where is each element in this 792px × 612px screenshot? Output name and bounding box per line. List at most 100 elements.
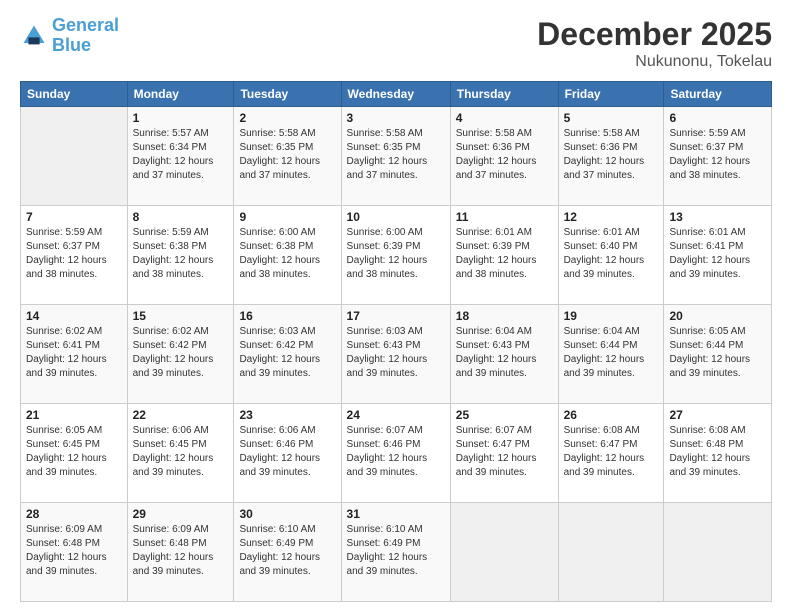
table-row: 3 Sunrise: 5:58 AMSunset: 6:35 PMDaylight… — [341, 107, 450, 206]
day-number: 20 — [669, 309, 766, 323]
day-info: Sunrise: 5:58 AMSunset: 6:36 PMDaylight:… — [456, 127, 553, 183]
calendar-week-row: 7Sunrise: 5:59 AMSunset: 6:37 PMDaylight… — [21, 206, 772, 305]
table-row: 8 Sunrise: 5:59 AMSunset: 6:38 PMDaylight… — [127, 206, 234, 305]
day-number: 31 — [347, 507, 445, 521]
col-saturday: Saturday — [664, 82, 772, 107]
table-row: 28Sunrise: 6:09 AMSunset: 6:48 PMDayligh… — [21, 503, 128, 602]
col-wednesday: Wednesday — [341, 82, 450, 107]
day-number: 29 — [133, 507, 229, 521]
day-number: 22 — [133, 408, 229, 422]
day-number: 14 — [26, 309, 122, 323]
day-info: Sunrise: 6:03 AMSunset: 6:43 PMDaylight:… — [347, 325, 445, 381]
table-row: 15 Sunrise: 6:02 AMSunset: 6:42 PMDayligh… — [127, 305, 234, 404]
table-row: 31 Sunrise: 6:10 AMSunset: 6:49 PMDayligh… — [341, 503, 450, 602]
col-thursday: Thursday — [450, 82, 558, 107]
table-row: 17 Sunrise: 6:03 AMSunset: 6:43 PMDayligh… — [341, 305, 450, 404]
day-info: Sunrise: 6:09 AMSunset: 6:48 PMDaylight:… — [133, 523, 229, 579]
day-number: 6 — [669, 111, 766, 125]
day-number: 13 — [669, 210, 766, 224]
day-info: Sunrise: 6:01 AMSunset: 6:40 PMDaylight:… — [564, 226, 659, 282]
day-number: 27 — [669, 408, 766, 422]
calendar-week-row: 1Sunrise: 5:57 AMSunset: 6:34 PMDaylight… — [21, 107, 772, 206]
calendar-subtitle: Nukunonu, Tokelau — [537, 53, 772, 71]
table-row — [558, 503, 664, 602]
calendar-week-row: 21 Sunrise: 6:05 AMSunset: 6:45 PMDayligh… — [21, 404, 772, 503]
table-row: 9 Sunrise: 6:00 AMSunset: 6:38 PMDaylight… — [234, 206, 341, 305]
table-row: 6Sunrise: 5:59 AMSunset: 6:37 PMDaylight… — [664, 107, 772, 206]
day-number: 28 — [26, 507, 122, 521]
day-number: 8 — [133, 210, 229, 224]
day-info: Sunrise: 6:00 AMSunset: 6:38 PMDaylight:… — [239, 226, 335, 282]
table-row: 12 Sunrise: 6:01 AMSunset: 6:40 PMDayligh… — [558, 206, 664, 305]
day-number: 17 — [347, 309, 445, 323]
day-number: 3 — [347, 111, 445, 125]
day-info: Sunrise: 5:59 AMSunset: 6:38 PMDaylight:… — [133, 226, 229, 282]
day-info: Sunrise: 6:08 AMSunset: 6:48 PMDaylight:… — [669, 424, 766, 480]
day-number: 21 — [26, 408, 122, 422]
day-number: 24 — [347, 408, 445, 422]
day-number: 12 — [564, 210, 659, 224]
logo-line1: General — [52, 15, 119, 35]
day-number: 18 — [456, 309, 553, 323]
table-row: 25Sunrise: 6:07 AMSunset: 6:47 PMDayligh… — [450, 404, 558, 503]
logo-icon — [20, 22, 48, 50]
day-info: Sunrise: 6:07 AMSunset: 6:46 PMDaylight:… — [347, 424, 445, 480]
day-info: Sunrise: 6:06 AMSunset: 6:46 PMDaylight:… — [239, 424, 335, 480]
table-row — [21, 107, 128, 206]
calendar-title: December 2025 — [537, 16, 772, 53]
day-info: Sunrise: 6:04 AMSunset: 6:44 PMDaylight:… — [564, 325, 659, 381]
table-row: 2 Sunrise: 5:58 AMSunset: 6:35 PMDaylight… — [234, 107, 341, 206]
table-row: 7Sunrise: 5:59 AMSunset: 6:37 PMDaylight… — [21, 206, 128, 305]
table-row: 27 Sunrise: 6:08 AMSunset: 6:48 PMDayligh… — [664, 404, 772, 503]
day-info: Sunrise: 5:59 AMSunset: 6:37 PMDaylight:… — [26, 226, 122, 282]
table-row: 4Sunrise: 5:58 AMSunset: 6:36 PMDaylight… — [450, 107, 558, 206]
day-info: Sunrise: 6:00 AMSunset: 6:39 PMDaylight:… — [347, 226, 445, 282]
table-row: 26 Sunrise: 6:08 AMSunset: 6:47 PMDayligh… — [558, 404, 664, 503]
table-row: 10 Sunrise: 6:00 AMSunset: 6:39 PMDayligh… — [341, 206, 450, 305]
day-number: 5 — [564, 111, 659, 125]
table-row: 11Sunrise: 6:01 AMSunset: 6:39 PMDayligh… — [450, 206, 558, 305]
day-number: 19 — [564, 309, 659, 323]
day-info: Sunrise: 6:02 AMSunset: 6:42 PMDaylight:… — [133, 325, 229, 381]
logo: General Blue — [20, 16, 119, 56]
table-row: 1Sunrise: 5:57 AMSunset: 6:34 PMDaylight… — [127, 107, 234, 206]
col-monday: Monday — [127, 82, 234, 107]
table-row: 22 Sunrise: 6:06 AMSunset: 6:45 PMDayligh… — [127, 404, 234, 503]
day-number: 11 — [456, 210, 553, 224]
header: General Blue December 2025 Nukunonu, Tok… — [20, 16, 772, 71]
calendar-table: Sunday Monday Tuesday Wednesday Thursday… — [20, 81, 772, 602]
day-number: 26 — [564, 408, 659, 422]
table-row: 29 Sunrise: 6:09 AMSunset: 6:48 PMDayligh… — [127, 503, 234, 602]
day-number: 16 — [239, 309, 335, 323]
day-number: 9 — [239, 210, 335, 224]
day-number: 2 — [239, 111, 335, 125]
table-row — [664, 503, 772, 602]
calendar-week-row: 28 Sunrise: 6:09 AMSunset: 6:48 PMDayligh… — [21, 503, 772, 602]
page: General Blue December 2025 Nukunonu, Tok… — [0, 0, 792, 612]
day-number: 15 — [133, 309, 229, 323]
calendar-week-row: 14 Sunrise: 6:02 AMSunset: 6:41 PMDayligh… — [21, 305, 772, 404]
day-info: Sunrise: 6:05 AMSunset: 6:44 PMDaylight:… — [669, 325, 766, 381]
day-number: 25 — [456, 408, 553, 422]
logo-text: General Blue — [52, 16, 119, 56]
col-sunday: Sunday — [21, 82, 128, 107]
day-info: Sunrise: 5:58 AMSunset: 6:35 PMDaylight:… — [347, 127, 445, 183]
day-info: Sunrise: 6:01 AMSunset: 6:41 PMDaylight:… — [669, 226, 766, 282]
day-info: Sunrise: 6:10 AMSunset: 6:49 PMDaylight:… — [239, 523, 335, 579]
day-info: Sunrise: 6:02 AMSunset: 6:41 PMDaylight:… — [26, 325, 122, 381]
day-info: Sunrise: 6:05 AMSunset: 6:45 PMDaylight:… — [26, 424, 122, 480]
table-row: 5Sunrise: 5:58 AMSunset: 6:36 PMDaylight… — [558, 107, 664, 206]
day-info: Sunrise: 6:08 AMSunset: 6:47 PMDaylight:… — [564, 424, 659, 480]
day-info: Sunrise: 6:04 AMSunset: 6:43 PMDaylight:… — [456, 325, 553, 381]
logo-line2: Blue — [52, 35, 91, 55]
day-info: Sunrise: 5:58 AMSunset: 6:35 PMDaylight:… — [239, 127, 335, 183]
day-number: 10 — [347, 210, 445, 224]
calendar-header-row: Sunday Monday Tuesday Wednesday Thursday… — [21, 82, 772, 107]
day-info: Sunrise: 6:06 AMSunset: 6:45 PMDaylight:… — [133, 424, 229, 480]
day-info: Sunrise: 6:10 AMSunset: 6:49 PMDaylight:… — [347, 523, 445, 579]
table-row: 23 Sunrise: 6:06 AMSunset: 6:46 PMDayligh… — [234, 404, 341, 503]
table-row: 14 Sunrise: 6:02 AMSunset: 6:41 PMDayligh… — [21, 305, 128, 404]
day-number: 23 — [239, 408, 335, 422]
day-number: 30 — [239, 507, 335, 521]
table-row: 30 Sunrise: 6:10 AMSunset: 6:49 PMDayligh… — [234, 503, 341, 602]
